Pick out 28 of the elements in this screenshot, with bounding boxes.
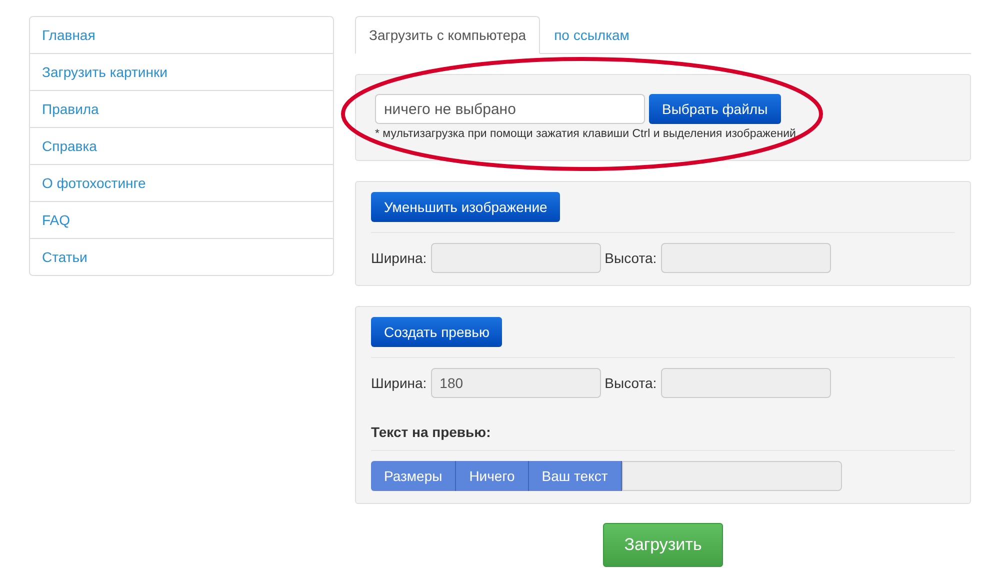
file-name-field[interactable]: ничего не выбрано bbox=[375, 94, 645, 124]
height-label: Высота: bbox=[604, 375, 657, 391]
tab[interactable]: по ссылкам bbox=[540, 16, 644, 53]
create-preview-button[interactable]: Создать превью bbox=[371, 317, 502, 347]
text-option-button[interactable]: Ваш текст bbox=[528, 461, 622, 491]
text-option-button[interactable]: Размеры bbox=[371, 461, 456, 491]
height-field[interactable] bbox=[660, 368, 831, 398]
sidebar-item[interactable]: FAQ bbox=[30, 201, 333, 238]
width-field[interactable] bbox=[430, 243, 601, 273]
sidebar-item[interactable]: Справка bbox=[30, 127, 333, 164]
width-field[interactable]: 180 bbox=[430, 368, 601, 398]
sidebar-item[interactable]: О фотохостинге bbox=[30, 164, 333, 201]
sidebar-item[interactable]: Правила bbox=[30, 90, 333, 127]
sidebar-item[interactable]: Статьи bbox=[30, 238, 333, 275]
sidebar-item[interactable]: Загрузить картинки bbox=[30, 53, 333, 90]
hint-text: * мультизагрузка при помощи зажатия клавиши Ctrl и выделения изображений bbox=[375, 128, 796, 140]
width-label: Ширина: bbox=[371, 250, 427, 266]
sidebar-item[interactable]: Главная bbox=[30, 17, 333, 53]
choose-files-button[interactable]: Выбрать файлы bbox=[649, 94, 781, 124]
height-label: Высота: bbox=[604, 250, 657, 266]
upload-button[interactable]: Загрузить bbox=[603, 523, 723, 567]
width-label: Ширина: bbox=[371, 375, 427, 391]
tab[interactable]: Загрузить с компьютера bbox=[355, 16, 540, 54]
height-field[interactable] bbox=[660, 243, 831, 273]
text-option-button[interactable]: Ничего bbox=[456, 461, 529, 491]
preview-text-field[interactable] bbox=[622, 461, 842, 491]
preview-text-label: Текст на превью: bbox=[371, 424, 491, 440]
resize-button[interactable]: Уменьшить изображение bbox=[371, 192, 560, 222]
